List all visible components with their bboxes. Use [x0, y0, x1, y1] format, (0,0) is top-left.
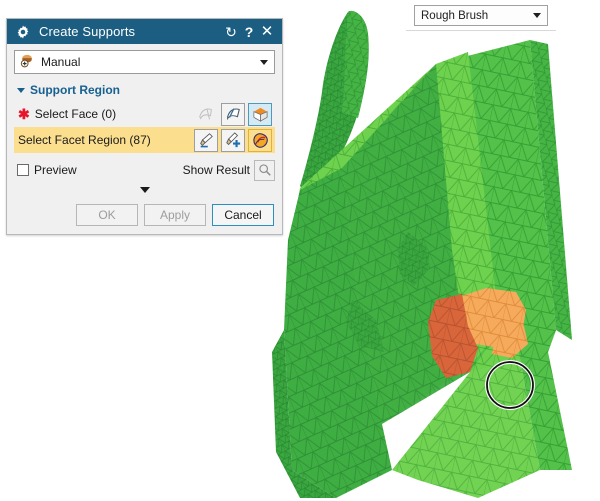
- brush-remove-icon[interactable]: [194, 128, 218, 152]
- brush-add-icon[interactable]: [221, 128, 245, 152]
- select-body-tool-icon[interactable]: [248, 102, 272, 126]
- chevron-down-icon[interactable]: [533, 13, 541, 18]
- dialog-body: Manual Support Region ✱ Select Face (0): [7, 44, 282, 198]
- support-region-group-label: Support Region: [30, 83, 120, 97]
- ok-button[interactable]: OK: [76, 204, 138, 226]
- select-surface-tool-icon[interactable]: [221, 102, 245, 126]
- dialog-titlebar[interactable]: Create Supports ↻ ? ✕: [7, 19, 282, 44]
- help-icon[interactable]: ?: [240, 22, 258, 42]
- toolbar-divider: [406, 30, 556, 31]
- reset-icon[interactable]: ↻: [222, 22, 240, 42]
- brush-mode-value: Rough Brush: [421, 9, 489, 22]
- select-facet-region-label-wrap: Select Facet Region (87): [18, 133, 194, 147]
- select-facet-region-tools: [194, 128, 275, 152]
- required-asterisk-icon: ✱: [18, 106, 30, 122]
- create-supports-dialog: Create Supports ↻ ? ✕ Manual Support Reg…: [6, 18, 283, 235]
- manual-support-icon: [20, 53, 35, 71]
- preview-label: Preview: [34, 163, 77, 177]
- select-face-label: Select Face (0): [34, 107, 117, 121]
- select-face-tool-icon[interactable]: [194, 103, 218, 126]
- facet-region-icon[interactable]: [248, 128, 272, 152]
- preview-checkbox[interactable]: [17, 164, 29, 176]
- dialog-title: Create Supports: [39, 24, 136, 39]
- close-icon[interactable]: ✕: [258, 22, 276, 42]
- select-facet-region-label: Select Facet Region (87): [18, 133, 151, 147]
- support-mode-dropdown[interactable]: Manual: [14, 50, 275, 74]
- select-face-label-wrap: ✱ Select Face (0): [18, 107, 194, 121]
- triangle-down-icon[interactable]: [17, 87, 25, 93]
- select-facet-region-row[interactable]: Select Facet Region (87): [14, 127, 275, 153]
- cancel-button[interactable]: Cancel: [212, 204, 274, 226]
- chevron-down-icon[interactable]: [260, 59, 268, 65]
- apply-button[interactable]: Apply: [144, 204, 206, 226]
- support-region-group-header[interactable]: Support Region: [14, 81, 275, 101]
- more-options-expander[interactable]: [14, 182, 275, 198]
- select-face-row[interactable]: ✱ Select Face (0): [14, 101, 275, 127]
- support-mode-value: Manual: [41, 55, 81, 69]
- chevron-down-icon[interactable]: [139, 187, 150, 193]
- select-face-tools: [194, 102, 275, 126]
- magnifier-icon[interactable]: [254, 159, 275, 181]
- show-result-label: Show Result: [182, 163, 250, 177]
- dialog-footer: OK Apply Cancel: [7, 198, 282, 234]
- brush-mode-dropdown[interactable]: Rough Brush: [414, 5, 548, 26]
- preview-row: Preview Show Result: [14, 158, 275, 182]
- gear-icon: [14, 22, 32, 42]
